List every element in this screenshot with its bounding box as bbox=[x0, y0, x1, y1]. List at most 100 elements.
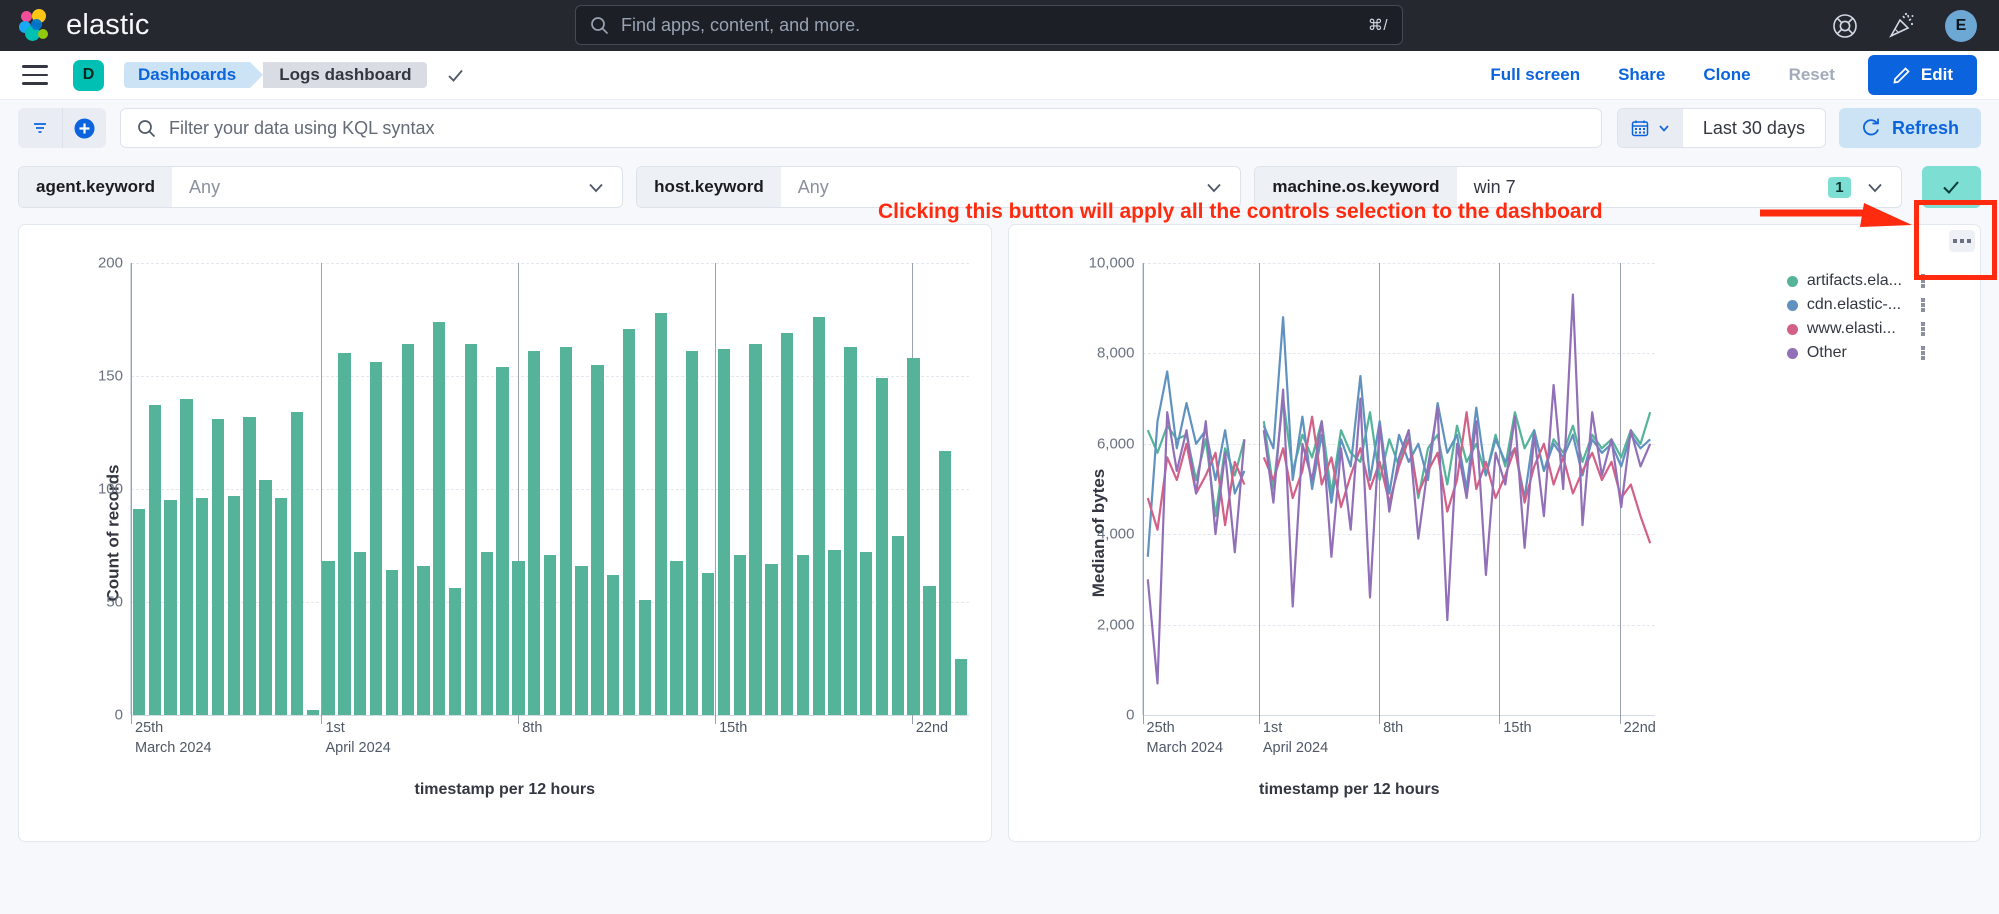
panel-count-of-records[interactable]: Count of records 05010015020025thMarch 2… bbox=[18, 224, 992, 842]
lifebuoy-icon[interactable] bbox=[1832, 13, 1858, 39]
bar[interactable] bbox=[307, 710, 319, 715]
bar[interactable] bbox=[575, 566, 587, 715]
share-link[interactable]: Share bbox=[1599, 65, 1684, 85]
global-search-input[interactable]: Find apps, content, and more. ⌘/ bbox=[575, 5, 1403, 45]
app-badge[interactable]: D bbox=[73, 60, 104, 91]
bar[interactable] bbox=[718, 349, 730, 715]
bar[interactable] bbox=[481, 552, 493, 715]
calendar-quick-select-button[interactable] bbox=[1618, 109, 1683, 147]
filter-options-icon[interactable] bbox=[18, 108, 62, 148]
control-label: agent.keyword bbox=[19, 167, 172, 207]
bar[interactable] bbox=[465, 344, 477, 715]
bar[interactable] bbox=[686, 351, 698, 715]
bar[interactable] bbox=[749, 344, 761, 715]
bar-chart[interactable]: Count of records 05010015020025thMarch 2… bbox=[19, 225, 991, 841]
legend-item-actions-icon[interactable] bbox=[1921, 298, 1926, 312]
legend-item[interactable]: cdn.elastic-... bbox=[1787, 293, 1928, 317]
legend-color-dot bbox=[1787, 300, 1798, 311]
edit-button[interactable]: Edit bbox=[1868, 55, 1977, 95]
panel-median-of-bytes[interactable]: Median of bytes 02,0004,0006,0008,00010,… bbox=[1008, 224, 1982, 842]
chevron-down-icon[interactable] bbox=[1200, 177, 1240, 197]
breadcrumb-current[interactable]: Logs dashboard bbox=[263, 62, 427, 88]
bar[interactable] bbox=[544, 555, 556, 715]
bar[interactable] bbox=[670, 561, 682, 715]
user-avatar[interactable]: E bbox=[1945, 10, 1977, 42]
line-chart[interactable]: Median of bytes 02,0004,0006,0008,00010,… bbox=[1009, 225, 1981, 841]
bar[interactable] bbox=[291, 412, 303, 715]
hamburger-menu-icon[interactable] bbox=[22, 65, 48, 85]
bar[interactable] bbox=[149, 405, 161, 715]
bar[interactable] bbox=[338, 353, 350, 715]
bar[interactable] bbox=[607, 575, 619, 715]
bar[interactable] bbox=[734, 555, 746, 715]
bar[interactable] bbox=[275, 498, 287, 715]
chevron-down-icon[interactable] bbox=[1861, 177, 1901, 197]
bar[interactable] bbox=[528, 351, 540, 715]
bar[interactable] bbox=[623, 329, 635, 715]
bar[interactable] bbox=[322, 561, 334, 715]
bar[interactable] bbox=[402, 344, 414, 715]
bar[interactable] bbox=[180, 399, 192, 715]
bar[interactable] bbox=[939, 451, 951, 715]
bar[interactable] bbox=[828, 550, 840, 715]
bar[interactable] bbox=[797, 555, 809, 715]
legend-item-actions-icon[interactable] bbox=[1921, 346, 1926, 360]
bar[interactable] bbox=[560, 347, 572, 715]
bar[interactable] bbox=[228, 496, 240, 715]
bar[interactable] bbox=[370, 362, 382, 715]
bar[interactable] bbox=[702, 573, 714, 715]
x-axis-tick-label: 8th bbox=[1379, 719, 1403, 739]
control-agent-keyword[interactable]: agent.keyword Any bbox=[18, 166, 623, 208]
clone-link[interactable]: Clone bbox=[1684, 65, 1769, 85]
check-icon[interactable] bbox=[445, 65, 466, 86]
breadcrumb-dashboards[interactable]: Dashboards bbox=[124, 62, 250, 88]
legend-item[interactable]: artifacts.ela... bbox=[1787, 269, 1928, 293]
bar[interactable] bbox=[765, 564, 777, 715]
bar[interactable] bbox=[196, 498, 208, 715]
bar[interactable] bbox=[417, 566, 429, 715]
legend-item[interactable]: www.elasti... bbox=[1787, 317, 1928, 341]
brand-name: elastic bbox=[66, 9, 150, 42]
bar[interactable] bbox=[955, 659, 967, 716]
query-bar: Filter your data using KQL syntax Last 3… bbox=[0, 100, 1999, 156]
bar[interactable] bbox=[243, 417, 255, 715]
elastic-brand[interactable]: elastic bbox=[0, 9, 150, 43]
control-value[interactable]: Any bbox=[781, 177, 1201, 198]
add-filter-button[interactable] bbox=[62, 108, 106, 148]
kql-search-input[interactable]: Filter your data using KQL syntax bbox=[120, 108, 1602, 148]
bar[interactable] bbox=[386, 570, 398, 715]
annotation-highlight-box bbox=[1914, 200, 1997, 280]
bar[interactable] bbox=[591, 365, 603, 715]
bar[interactable] bbox=[781, 333, 793, 715]
time-range-value[interactable]: Last 30 days bbox=[1683, 118, 1825, 139]
bar[interactable] bbox=[212, 419, 224, 715]
legend-label: artifacts.ela... bbox=[1807, 272, 1902, 290]
bar[interactable] bbox=[923, 586, 935, 715]
gridline bbox=[131, 263, 969, 264]
full-screen-link[interactable]: Full screen bbox=[1471, 65, 1599, 85]
legend-label: cdn.elastic-... bbox=[1807, 296, 1901, 314]
bar[interactable] bbox=[259, 480, 271, 715]
bar[interactable] bbox=[639, 600, 651, 715]
bar[interactable] bbox=[449, 588, 461, 715]
bar[interactable] bbox=[876, 378, 888, 715]
bar[interactable] bbox=[892, 536, 904, 715]
bar[interactable] bbox=[133, 509, 145, 715]
bar[interactable] bbox=[164, 500, 176, 715]
bar[interactable] bbox=[496, 367, 508, 715]
bar[interactable] bbox=[844, 347, 856, 715]
bar[interactable] bbox=[354, 552, 366, 715]
legend-item[interactable]: Other bbox=[1787, 341, 1928, 365]
bar[interactable] bbox=[813, 317, 825, 715]
bar[interactable] bbox=[655, 313, 667, 715]
chevron-down-icon[interactable] bbox=[582, 177, 622, 197]
bar[interactable] bbox=[860, 552, 872, 715]
control-value[interactable]: Any bbox=[172, 177, 582, 198]
control-value[interactable]: win 7 bbox=[1457, 177, 1829, 198]
bar[interactable] bbox=[433, 322, 445, 715]
bar[interactable] bbox=[907, 358, 919, 715]
legend-item-actions-icon[interactable] bbox=[1921, 322, 1926, 336]
celebration-icon[interactable] bbox=[1888, 12, 1915, 39]
refresh-button[interactable]: Refresh bbox=[1839, 108, 1981, 148]
bar[interactable] bbox=[512, 561, 524, 715]
